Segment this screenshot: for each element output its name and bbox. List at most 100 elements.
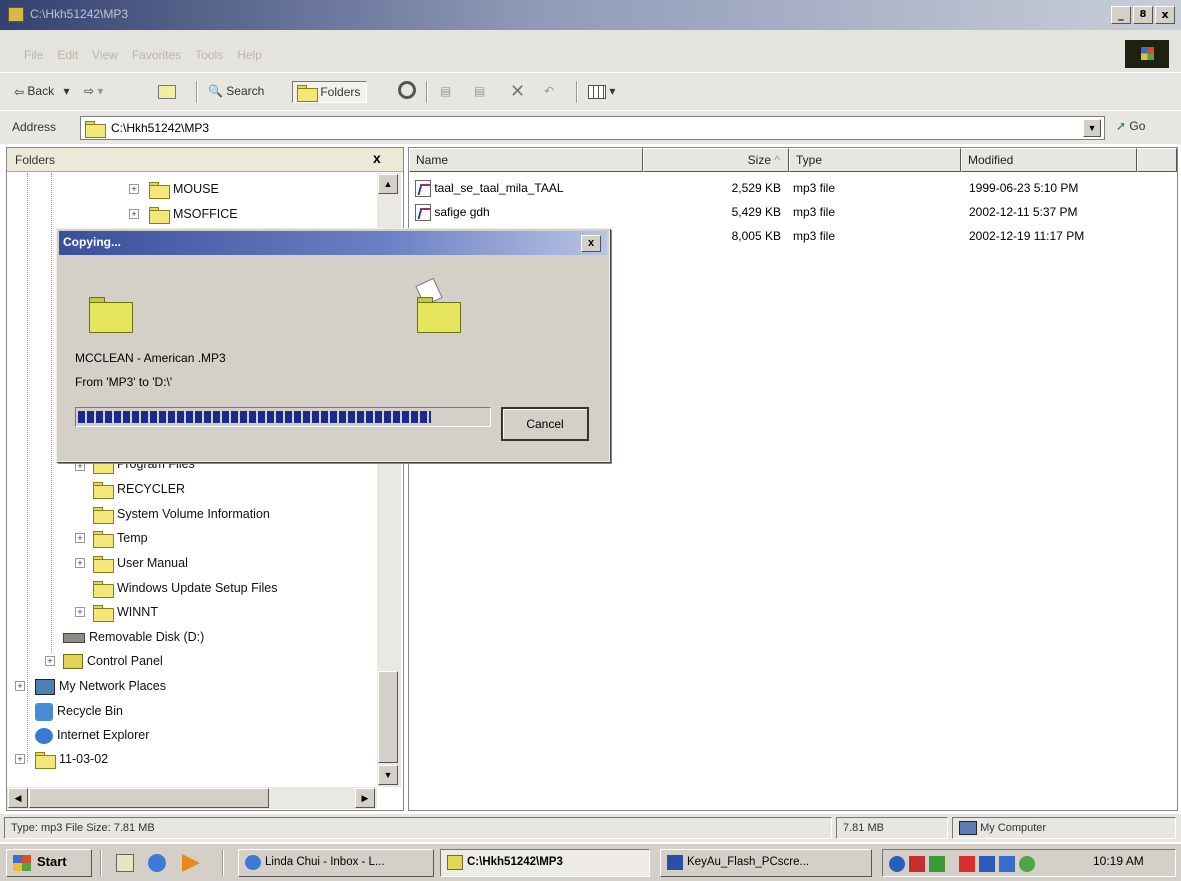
scroll-thumb[interactable] — [378, 671, 398, 763]
file-size: 2,529 KB — [731, 181, 781, 195]
copying-dialog-title-bar[interactable]: Copying... x — [59, 231, 607, 255]
go-button[interactable]: ➚ Go — [1116, 119, 1145, 133]
taskbar-button-keyau[interactable]: KeyAu_Flash_PCscre... — [660, 849, 872, 877]
copying-dialog-close-button[interactable]: x — [581, 235, 601, 252]
delete-button[interactable]: ✕ — [510, 81, 525, 103]
back-button[interactable]: ⇦ Back ▾ — [14, 81, 69, 103]
show-desktop-icon[interactable] — [116, 854, 134, 872]
column-header-type[interactable]: Type — [789, 148, 961, 172]
standard-toolbar: ⇦ Back ▾ ⇨ ▾ 🔍 Search Folders ▤ ▤ ✕ ↶ ▾ — [0, 72, 1181, 110]
folders-pane-header: Folders x — [7, 148, 403, 172]
tree-item-mouse[interactable]: MOUSE — [149, 178, 219, 200]
tree-item-msoffice[interactable]: MSOFFICE — [149, 203, 238, 225]
column-header-size[interactable]: Size ^ — [643, 148, 789, 172]
tray-display-icon[interactable] — [999, 856, 1015, 872]
folders-pane-close-button[interactable]: x — [373, 150, 381, 166]
internet-explorer-quicklaunch-icon[interactable] — [148, 854, 166, 872]
taskbar-button-explorer[interactable]: C:\Hkh51242\MP3 — [440, 849, 650, 877]
tree-expander[interactable]: + — [15, 754, 25, 764]
tree-item-internet-explorer[interactable]: Internet Explorer — [35, 724, 149, 746]
media-player-icon[interactable] — [182, 854, 200, 872]
tree-expander[interactable]: + — [129, 184, 139, 194]
tree-item-11-03-02[interactable]: 11-03-02 — [35, 748, 108, 770]
folders-horizontal-scrollbar[interactable]: ◀ ▶ — [7, 787, 377, 809]
tree-item-windows-update-setup-files[interactable]: Windows Update Setup Files — [93, 577, 278, 599]
search-button[interactable]: 🔍 Search — [208, 81, 264, 103]
close-button[interactable]: x — [1155, 6, 1175, 24]
folder-icon — [149, 207, 170, 225]
up-folder-button[interactable] — [158, 81, 176, 103]
tree-expander[interactable]: + — [75, 461, 85, 471]
file-modified: 2002-12-19 11:17 PM — [969, 229, 1085, 243]
cancel-button[interactable]: Cancel — [501, 407, 589, 441]
scroll-right-arrow-icon[interactable]: ▶ — [355, 788, 375, 808]
tray-volume-icon[interactable] — [929, 856, 945, 872]
taskbar-button-outlook[interactable]: Linda Chui - Inbox - L... — [238, 849, 434, 877]
tree-expander[interactable]: + — [45, 656, 55, 666]
forward-dropdown-icon[interactable]: ▾ — [97, 84, 103, 98]
tray-network-icon[interactable] — [979, 856, 995, 872]
tree-expander[interactable]: + — [129, 209, 139, 219]
tree-item-user-manual[interactable]: User Manual — [93, 552, 188, 574]
scroll-down-arrow-icon[interactable]: ▼ — [378, 765, 398, 785]
copy-to-button[interactable]: ▤ — [474, 81, 485, 103]
mp3-file-icon — [415, 180, 431, 198]
start-button[interactable]: Start — [6, 849, 92, 877]
file-row[interactable]: safige gdh 5,429 KB mp3 file 2002-12-11 … — [409, 200, 1177, 224]
file-row[interactable]: taal_se_taal_mila_TAAL 2,529 KB mp3 file… — [409, 176, 1177, 200]
tree-item-my-network-places[interactable]: My Network Places — [35, 675, 166, 697]
taskbar-separator — [100, 850, 102, 876]
menu-help[interactable]: Help — [237, 48, 262, 62]
tray-app-icon[interactable] — [959, 856, 975, 872]
tree-expander[interactable]: + — [75, 533, 85, 543]
menu-favorites[interactable]: Favorites — [132, 48, 181, 62]
undo-icon: ↶ — [544, 84, 555, 98]
tree-item-recycler[interactable]: RECYCLER — [93, 478, 185, 500]
undo-button[interactable]: ↶ — [544, 81, 554, 103]
tray-search-icon[interactable] — [889, 856, 905, 872]
up-folder-icon — [158, 84, 176, 99]
tree-item-winnt[interactable]: WINNT — [93, 601, 158, 623]
folders-button[interactable]: Folders — [292, 81, 368, 103]
minimize-button[interactable]: _ — [1111, 6, 1131, 24]
tree-item-recycle-bin[interactable]: Recycle Bin — [35, 700, 123, 722]
tree-item-removable-disk[interactable]: Removable Disk (D:) — [63, 626, 204, 648]
taskbar-separator — [222, 850, 224, 876]
views-button[interactable]: ▾ — [588, 81, 615, 103]
maximize-button[interactable]: 8 — [1133, 6, 1153, 24]
menu-tools[interactable]: Tools — [195, 48, 223, 62]
address-dropdown-button[interactable]: ▼ — [1083, 119, 1101, 137]
tree-expander[interactable]: + — [75, 607, 85, 617]
menu-edit[interactable]: Edit — [57, 48, 78, 62]
scroll-up-arrow-icon[interactable]: ▲ — [378, 174, 398, 194]
tree-item-control-panel[interactable]: Control Panel — [63, 650, 163, 672]
history-button[interactable] — [398, 81, 416, 103]
tray-sync-icon[interactable] — [1019, 856, 1035, 872]
removable-disk-icon — [63, 632, 85, 643]
move-to-icon: ▤ — [440, 84, 452, 98]
explorer-window-icon[interactable] — [8, 7, 24, 22]
source-folder-icon — [89, 297, 133, 333]
sort-arrow-icon: ^ — [774, 153, 780, 167]
tree-item-temp[interactable]: Temp — [93, 527, 148, 549]
window-title-bar[interactable]: C:\Hkh51242\MP3 _ 8 x — [0, 0, 1181, 30]
scroll-thumb[interactable] — [29, 788, 269, 808]
column-header-modified[interactable]: Modified — [961, 148, 1137, 172]
menu-view[interactable]: View — [92, 48, 118, 62]
status-bar: Type: mp3 File Size: 7.81 MB 7.81 MB My … — [0, 814, 1181, 842]
column-header-name[interactable]: Name — [409, 148, 643, 172]
move-to-button[interactable]: ▤ — [440, 81, 451, 103]
address-input[interactable]: C:\Hkh51242\MP3 — [80, 116, 1105, 140]
tray-antivirus-icon[interactable] — [909, 856, 925, 872]
menu-file[interactable]: File — [24, 48, 43, 62]
tree-item-system-volume-information[interactable]: System Volume Information — [93, 503, 270, 525]
back-dropdown-icon[interactable]: ▾ — [63, 84, 69, 98]
toolbar-separator — [196, 81, 198, 103]
mp3-file-icon — [415, 204, 431, 222]
scroll-left-arrow-icon[interactable]: ◀ — [8, 788, 28, 808]
tree-expander[interactable]: + — [15, 681, 25, 691]
my-computer-icon — [959, 821, 977, 836]
forward-button[interactable]: ⇨ ▾ — [84, 81, 103, 103]
taskbar-clock[interactable]: 10:19 AM — [1093, 854, 1144, 868]
tree-expander[interactable]: + — [75, 558, 85, 568]
